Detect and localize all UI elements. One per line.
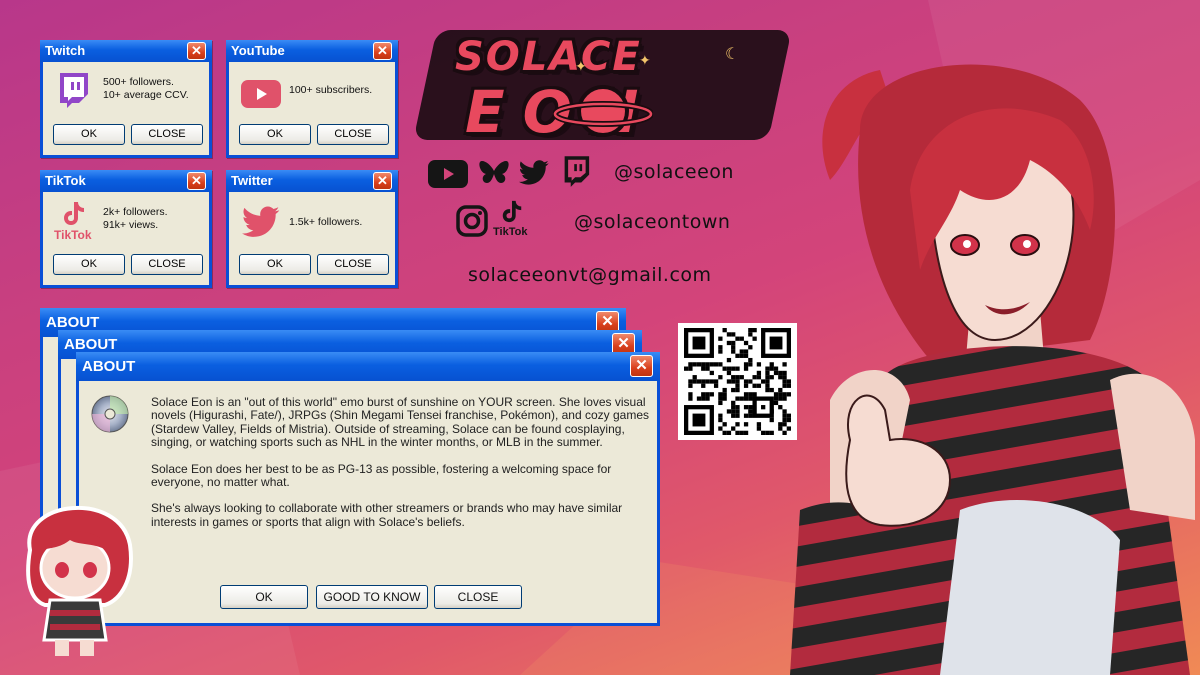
qr-code[interactable] (678, 323, 797, 440)
about-paragraph: Solace Eon is an "out of this world" emo… (151, 395, 649, 450)
twitter-bird-icon (242, 206, 280, 237)
ok-button[interactable]: OK (239, 124, 311, 145)
youtube-icon (241, 80, 281, 108)
instagram-icon[interactable] (456, 205, 488, 237)
twitch-icon (60, 73, 88, 108)
sparkle-icon: ✦ (639, 52, 651, 68)
good-to-know-button[interactable]: GOOD TO KNOW (316, 585, 428, 609)
character-art (790, 64, 1195, 675)
close-icon[interactable]: ✕ (187, 42, 206, 60)
about-paragraph: She's always looking to collaborate with… (151, 501, 623, 529)
close-icon[interactable]: ✕ (630, 355, 653, 377)
email-address[interactable]: solaceeonvt@gmail.com (468, 264, 712, 286)
close-button[interactable]: CLOSE (131, 124, 203, 145)
twitter-bird-icon[interactable] (518, 160, 550, 187)
close-icon[interactable]: ✕ (373, 42, 392, 60)
stat-text: 100+ subscribers. (289, 84, 373, 96)
sparkle-icon: ✦ (575, 58, 587, 74)
planet-icon (553, 85, 653, 137)
close-button[interactable]: CLOSE (317, 254, 389, 275)
chibi-character (26, 505, 133, 656)
moon-icon: ☾ (725, 46, 740, 63)
about-window: ABOUT ✕ Solace Eon is an "out of this wo… (76, 352, 660, 626)
stat-text: 2k+ followers. 91k+ views. (103, 206, 168, 231)
tiktok-window: TikTok ✕ TikTok 2k+ followers. 91k+ view… (40, 170, 212, 288)
qr-code-graphic (684, 328, 791, 435)
logo: SOLACE EON ✦ ✦ ☾ (413, 30, 792, 146)
ok-button[interactable]: OK (53, 124, 125, 145)
stat-text: 1.5k+ followers. (289, 216, 363, 228)
bluesky-butterfly-icon[interactable] (478, 159, 510, 187)
close-button[interactable]: CLOSE (434, 585, 522, 609)
twitch-window: Twitch ✕ 500+ followers. 10+ average CCV… (40, 40, 212, 158)
character-illustration (790, 40, 1200, 675)
tiktok-icon (64, 202, 84, 225)
window-title: ABOUT (76, 352, 660, 381)
ok-button[interactable]: OK (239, 254, 311, 275)
logo-line-solace: SOLACE (455, 34, 642, 80)
tiktok-icon[interactable] (500, 198, 524, 224)
twitter-window: Twitter ✕ 1.5k+ followers. OK CLOSE (226, 170, 398, 288)
tiktok-wordmark: TikTok (54, 228, 92, 242)
tiktok-wordmark: TikTok (493, 226, 528, 238)
handle-solaceeon[interactable]: @solaceeon (614, 161, 734, 183)
ok-button[interactable]: OK (220, 585, 308, 609)
youtube-icon[interactable] (428, 160, 468, 188)
about-paragraph: Solace Eon does her best to be as PG-13 … (151, 461, 612, 490)
stat-text: 500+ followers. 10+ average CCV. (103, 76, 189, 101)
close-icon[interactable]: ✕ (187, 172, 206, 190)
close-button[interactable]: CLOSE (317, 124, 389, 145)
ok-button[interactable]: OK (53, 254, 125, 275)
about-text: Solace Eon is an "out of this world" emo… (151, 395, 651, 542)
close-button[interactable]: CLOSE (131, 254, 203, 275)
twitch-icon[interactable] (562, 156, 590, 188)
close-icon[interactable]: ✕ (373, 172, 392, 190)
cd-disc-icon (91, 395, 129, 433)
youtube-window: YouTube ✕ 100+ subscribers. OK CLOSE (226, 40, 398, 158)
handle-solaceontown[interactable]: @solaceontown (574, 211, 730, 233)
chibi-sticker (10, 490, 140, 660)
